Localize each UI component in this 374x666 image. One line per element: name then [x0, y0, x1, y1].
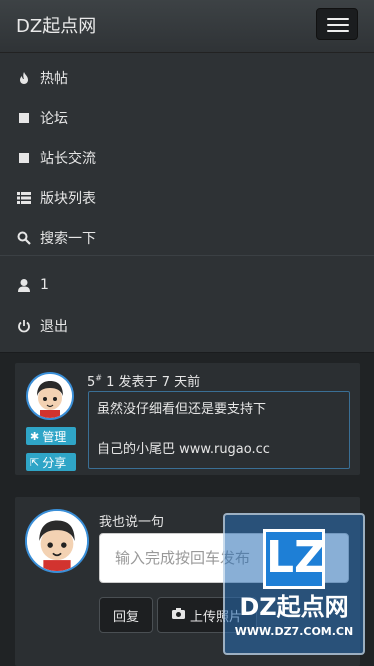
nav-item-user[interactable]: 1 — [0, 265, 374, 305]
post-time: 7 天前 — [161, 375, 201, 390]
gear-icon: ✱ — [30, 429, 40, 443]
reply-title: 我也说一句 — [99, 515, 165, 530]
post-body: 虽然没仔细看但还是要支持下 自己的小尾巴 www.rugao.cc — [88, 391, 350, 469]
post-meta: 5# 1 发表于 7 天前 — [87, 371, 200, 390]
list-icon — [16, 190, 32, 206]
avatar-image — [27, 511, 87, 571]
top-navbar: DZ起点网 — [0, 0, 374, 53]
nav-item-search[interactable]: 搜索一下 — [0, 218, 374, 258]
reply-button-label: 回复 — [112, 609, 139, 625]
nav-item-label: 1 — [40, 277, 49, 293]
nav-divider — [0, 255, 374, 256]
post-text: 虽然没仔细看但还是要支持下 — [97, 402, 267, 417]
nav-item-logout[interactable]: 退出 — [0, 306, 374, 346]
site-watermark: LZ DZ起点网 WWW.DZ7.COM.CN — [223, 513, 365, 655]
power-icon — [16, 318, 32, 334]
avatar-image — [28, 374, 72, 418]
nav-item-boards[interactable]: 版块列表 — [0, 178, 374, 218]
nav-menu: 热帖 论坛 站长交流 版块列表 搜索一下 1 退出 — [0, 53, 374, 353]
nav-item-label: 版块列表 — [40, 191, 96, 207]
watermark-logo-text: LZ — [266, 532, 326, 583]
nav-item-label: 退出 — [40, 319, 68, 335]
square-icon — [16, 110, 32, 126]
manage-label: 管理 — [42, 429, 67, 444]
post-author[interactable]: 1 — [106, 375, 114, 390]
hamburger-line — [327, 18, 349, 20]
nav-item-hot[interactable]: 热帖 — [0, 58, 374, 98]
post-card: ✱ 管理 ⇱ 分享 5# 1 发表于 7 天前 虽然没仔细看但还是要支持下 自己… — [15, 363, 360, 475]
nav-item-label: 论坛 — [40, 111, 68, 127]
avatar[interactable] — [25, 509, 89, 573]
nav-item-label: 站长交流 — [40, 151, 96, 167]
watermark-url: WWW.DZ7.COM.CN — [234, 625, 354, 638]
camera-icon — [171, 607, 185, 623]
share-icon: ⇱ — [30, 455, 40, 469]
watermark-text: DZ起点网 — [239, 593, 349, 621]
hamburger-line — [327, 24, 349, 26]
search-icon — [16, 230, 32, 246]
fire-icon — [16, 70, 32, 86]
nav-item-label: 热帖 — [40, 71, 68, 87]
nav-item-webmaster[interactable]: 站长交流 — [0, 138, 374, 178]
hamburger-line — [327, 30, 349, 32]
square-icon — [16, 150, 32, 166]
menu-toggle-button[interactable] — [316, 8, 358, 40]
post-signature: 自己的小尾巴 www.rugao.cc — [97, 442, 270, 457]
user-icon — [16, 277, 32, 293]
reply-button[interactable]: 回复 — [99, 597, 153, 633]
avatar[interactable] — [26, 372, 74, 420]
watermark-logo: LZ — [263, 529, 326, 589]
floor-sup: # — [95, 373, 102, 383]
share-label: 分享 — [42, 455, 67, 470]
nav-item-label: 搜索一下 — [40, 231, 96, 247]
posted-label: 发表于 — [118, 375, 158, 390]
manage-badge[interactable]: ✱ 管理 — [26, 427, 76, 445]
share-button[interactable]: ⇱ 分享 — [26, 453, 76, 471]
nav-item-forum[interactable]: 论坛 — [0, 98, 374, 138]
site-brand[interactable]: DZ起点网 — [16, 12, 96, 38]
